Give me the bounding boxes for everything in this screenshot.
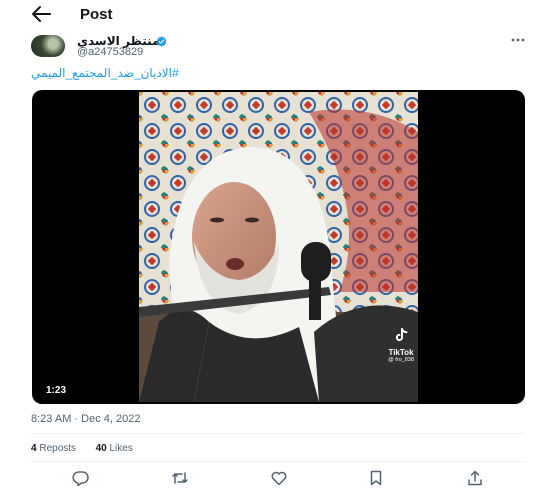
post-action-bar [31, 466, 525, 490]
bookmark-icon[interactable] [367, 469, 385, 487]
arrow-left-icon[interactable] [30, 4, 52, 24]
tiktok-logo-icon [395, 328, 407, 342]
verified-badge-icon [156, 36, 167, 47]
reply-icon[interactable] [72, 469, 90, 487]
reposts-count[interactable]: 4 [31, 443, 37, 454]
likes-label[interactable]: Likes [110, 443, 133, 454]
video-frame [139, 92, 418, 402]
post-timestamp[interactable]: 8:23 AM · Dec 4, 2022 [31, 413, 140, 425]
share-icon[interactable] [466, 469, 484, 487]
divider [31, 461, 525, 462]
watermark-name: TikTok [388, 348, 414, 357]
author-handle[interactable]: @a24753829 [77, 46, 143, 58]
watermark-user: @ fro_838 [388, 357, 414, 363]
likes-count[interactable]: 40 [96, 443, 107, 454]
video-duration: 1:23 [46, 385, 67, 396]
repost-icon[interactable] [171, 469, 189, 487]
post-header: Post [0, 0, 557, 30]
tiktok-watermark: TikTok @ fro_838 [381, 328, 421, 363]
divider [31, 433, 525, 434]
reposts-label[interactable]: Reposts [39, 443, 76, 454]
post-hashtag-link[interactable]: #الاديان_ضد_المجتمع_الميمي [31, 66, 179, 80]
video-player[interactable]: 1:23 TikTok @ fro_838 [32, 90, 525, 404]
page-title: Post [80, 6, 113, 23]
post-stats: 4 Reposts 40 Likes [31, 443, 133, 454]
like-icon[interactable] [270, 469, 288, 487]
more-horizontal-icon[interactable] [510, 32, 526, 48]
avatar[interactable] [31, 35, 65, 57]
